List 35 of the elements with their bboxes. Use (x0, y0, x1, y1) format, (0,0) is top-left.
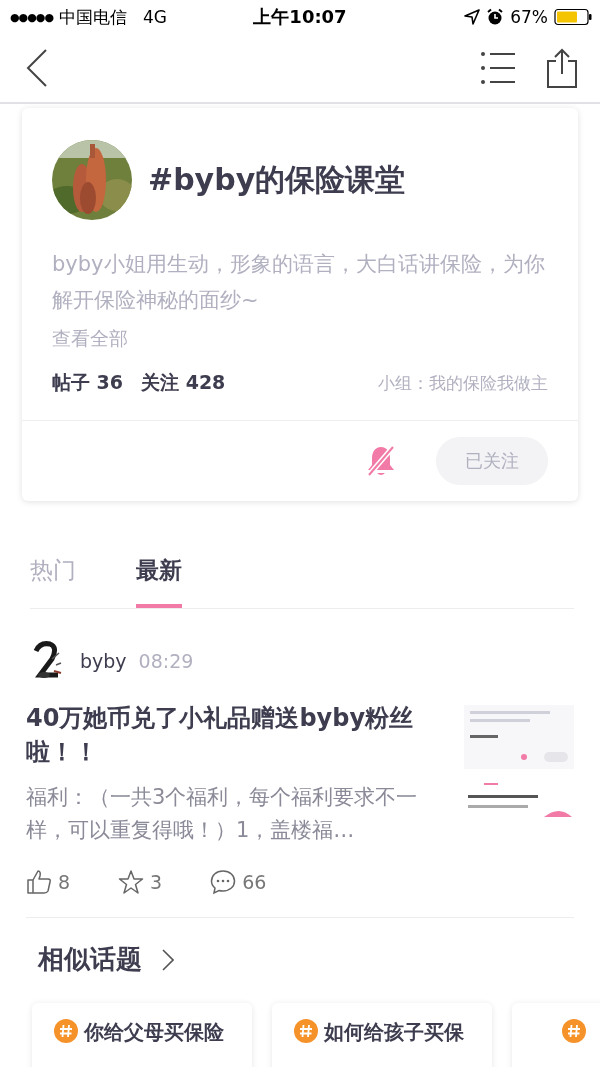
back-icon[interactable] (26, 48, 48, 88)
post-title[interactable]: 40万她币兑了小礼品赠送byby粉丝啦！！ (26, 701, 446, 769)
post-time: 08:29 (138, 650, 194, 672)
post-count: 帖子 36 (52, 370, 124, 395)
follower-count: 关注 428 (141, 370, 226, 395)
share-icon[interactable] (546, 48, 578, 88)
battery-icon (554, 8, 592, 26)
like-count[interactable]: 8 (26, 869, 71, 895)
tab[interactable]: 最新 (136, 547, 182, 608)
signal-dots: ●●●●● (10, 10, 53, 24)
topic-card[interactable]: 你给父母买保险 (32, 1003, 252, 1067)
comment-count[interactable]: 66 (210, 869, 267, 895)
comment-icon (210, 869, 237, 895)
hashtag-icon (562, 1019, 586, 1043)
author-name[interactable]: byby (80, 650, 127, 672)
battery-percent: 67% (510, 7, 548, 27)
post-excerpt: 福利：（一共3个福利，每个福利要求不一样，可以重复得哦！）1，盖楼福… (26, 784, 419, 844)
chevron-right-icon[interactable] (162, 948, 174, 971)
topic-card[interactable]: 如何给孩子买保 (272, 1003, 492, 1067)
menu-icon[interactable] (480, 51, 516, 85)
hashtag-icon (54, 1019, 78, 1043)
group-name: 小组：我的保险我做主 (378, 371, 548, 395)
favorite-count[interactable]: 3 (118, 869, 163, 895)
star-icon (118, 869, 145, 895)
network-type: 4G (143, 7, 167, 27)
topic-title: #byby的保险课堂 (148, 160, 406, 199)
thumbs-up-icon (26, 869, 52, 895)
hashtag-icon (294, 1019, 318, 1043)
clock-time: 上午10:07 (253, 5, 347, 29)
alarm-clock-icon (486, 8, 505, 26)
topic-description: byby小姐用生动，形象的语言，大白话讲保险，为你解开保险神秘的面纱~ (52, 251, 546, 314)
section-heading[interactable]: 相似话题 (38, 942, 142, 977)
carrier-name: 中国电信 (59, 5, 127, 29)
location-arrow-icon (464, 9, 481, 25)
muted-bell-icon[interactable] (366, 444, 396, 478)
